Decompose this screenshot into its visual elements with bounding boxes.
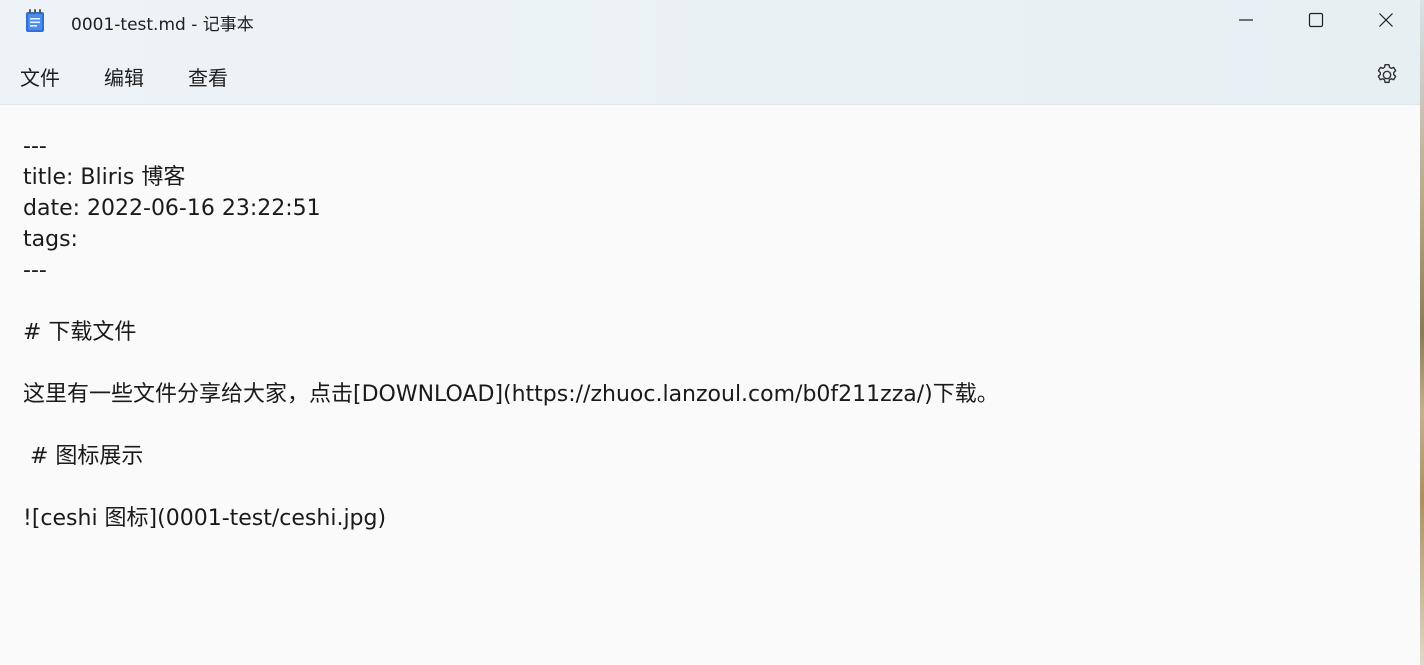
notepad-window: 0001-test.md - 记事本 文件 编辑 查看 --- title: B… (0, 0, 1424, 665)
maximize-icon (1308, 12, 1324, 28)
menu-edit[interactable]: 编辑 (104, 62, 144, 91)
settings-button[interactable] (1374, 62, 1400, 88)
window-title: 0001-test.md - 记事本 (71, 15, 254, 35)
title-bar[interactable]: 0001-test.md - 记事本 (0, 0, 1420, 42)
maximize-button[interactable] (1288, 0, 1344, 40)
minimize-button[interactable] (1218, 0, 1274, 40)
menu-bar: 文件 编辑 查看 (0, 52, 1420, 100)
close-icon (1379, 13, 1393, 27)
gear-icon (1377, 64, 1397, 84)
text-line[interactable]: # 下载文件 (23, 317, 999, 348)
document-text[interactable]: --- title: Bliris 博客 date: 2022-06-16 23:2… (23, 131, 999, 534)
text-line[interactable]: 这里有一些文件分享给大家，点击[DOWNLOAD](https://zhuoc.… (23, 379, 999, 410)
minimize-icon (1239, 19, 1253, 21)
text-line[interactable]: title: Bliris 博客 (23, 162, 999, 193)
text-line[interactable]: ![ceshi 图标](0001-test/ceshi.jpg) (23, 503, 999, 534)
window-chrome: 0001-test.md - 记事本 文件 编辑 查看 (0, 0, 1420, 105)
text-line[interactable]: date: 2022-06-16 23:22:51 (23, 193, 999, 224)
text-line[interactable]: # 图标展示 (23, 441, 999, 472)
text-line[interactable]: --- (23, 131, 999, 162)
menu-view[interactable]: 查看 (188, 62, 228, 91)
close-button[interactable] (1358, 0, 1414, 40)
text-line[interactable]: tags: (23, 224, 999, 255)
text-line[interactable]: --- (23, 255, 999, 286)
text-line[interactable] (23, 286, 999, 317)
text-line[interactable] (23, 472, 999, 503)
menu-file[interactable]: 文件 (20, 62, 60, 91)
text-line[interactable] (23, 348, 999, 379)
notepad-icon (25, 9, 45, 33)
text-editor[interactable]: --- title: Bliris 博客 date: 2022-06-16 23:2… (0, 105, 1420, 665)
desktop-edge (1420, 0, 1424, 665)
text-line[interactable] (23, 410, 999, 441)
